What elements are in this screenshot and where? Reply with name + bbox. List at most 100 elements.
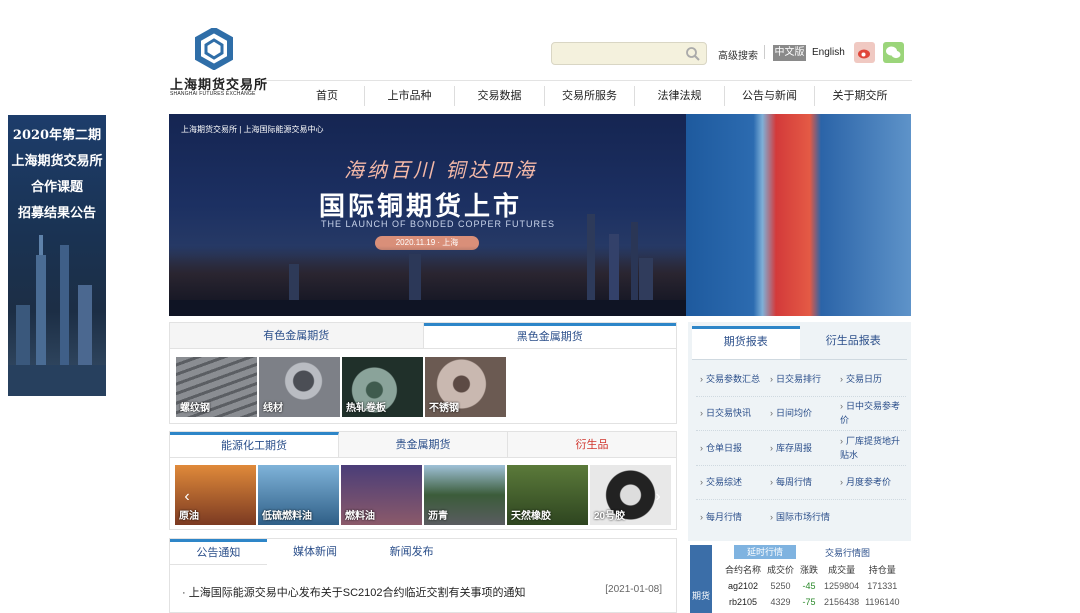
news-title: 上海国际能源交易中心发布关于SC2102合约临近交割有关事项的通知 — [188, 587, 526, 599]
report-link[interactable]: 月度参考价 — [836, 475, 906, 489]
product-label: 螺纹钢 — [180, 403, 210, 414]
last-price: 5250 — [770, 581, 791, 591]
exchange-logo-icon — [195, 28, 233, 70]
banner-slogan: 海纳百川 铜达四海 — [344, 158, 538, 182]
report-link[interactable]: 交易参数汇总 — [696, 372, 766, 386]
report-link[interactable]: 厂库提货地升贴水 — [836, 434, 906, 462]
product-wire-rod[interactable]: 线材 — [259, 357, 340, 417]
volume: 1259804 — [824, 581, 860, 591]
banner-flags-image — [686, 114, 911, 316]
news-item[interactable]: · 上海国际能源交易中心发布关于SC2102合约临近交割有关事项的通知 — [182, 584, 525, 600]
tab-quote-chart[interactable]: 交易行情图 — [825, 546, 870, 559]
column-header: 成交价 — [767, 565, 795, 575]
main-nav: 首页 上市品种 交易数据 交易所服务 法律法规 公告与新闻 关于期交所 — [290, 86, 910, 106]
language-chinese-button[interactable]: 中文版 — [773, 45, 806, 61]
nav-divider — [262, 80, 912, 81]
metals-futures-panel: 有色金属期货 黑色金属期货 螺纹钢 线材 热轧卷板 不锈钢 — [169, 322, 677, 424]
logo-english-name: SHANGHAI FUTURES EXCHANGE — [170, 91, 256, 97]
tab-futures-reports[interactable]: 期货报表 — [692, 326, 800, 359]
product-label: 线材 — [263, 403, 283, 414]
column-header: 成交量 — [828, 565, 856, 575]
volume: 2156438 — [824, 597, 860, 607]
product-fuel-oil[interactable]: 燃料油 — [341, 465, 422, 525]
tab-press-releases[interactable]: 新闻发布 — [363, 539, 460, 565]
carousel-next-icon[interactable]: › — [651, 487, 665, 507]
report-link[interactable]: 每周行情 — [766, 475, 836, 489]
product-label: 燃料油 — [345, 511, 375, 522]
product-label: 不锈钢 — [429, 403, 459, 414]
nav-exchange-services[interactable]: 交易所服务 — [545, 86, 635, 106]
contract-name[interactable]: rb2105 — [722, 594, 764, 610]
site-logo[interactable]: 上海期货交易所 SHANGHAI FUTURES EXCHANGE — [168, 28, 267, 100]
report-link[interactable]: 国际市场行情 — [766, 510, 836, 524]
nav-listed-products[interactable]: 上市品种 — [365, 86, 455, 106]
nav-laws-regulations[interactable]: 法律法规 — [635, 86, 725, 106]
tab-precious-metals[interactable]: 贵金属期货 — [339, 432, 508, 457]
report-link[interactable]: 交易综述 — [696, 475, 766, 489]
product-natural-rubber[interactable]: 天然橡胶 — [507, 465, 588, 525]
tab-derivatives[interactable]: 衍生品 — [508, 432, 676, 457]
report-link[interactable]: 仓单日报 — [696, 441, 766, 455]
product-label: 天然橡胶 — [511, 511, 551, 522]
banner-logo-text: 上海期货交易所 | 上海国际能源交易中心 — [181, 125, 324, 134]
table-row[interactable]: rb2105 4329 -75 2156438 1196140 — [722, 594, 902, 610]
nav-home[interactable]: 首页 — [290, 86, 365, 106]
hero-banner[interactable]: 上海期货交易所 | 上海国际能源交易中心 海纳百川 铜达四海 国际铜期货上市 T… — [169, 114, 911, 316]
product-hot-rolled-coil[interactable]: 热轧卷板 — [342, 357, 423, 417]
price-change: -45 — [802, 581, 816, 591]
ad-line: 2020年第二期 — [12, 128, 102, 143]
tab-media-news[interactable]: 媒体新闻 — [267, 539, 364, 565]
carousel-prev-icon[interactable]: ‹ — [180, 487, 194, 507]
weibo-icon[interactable] — [854, 42, 875, 63]
tab-energy-chemical[interactable]: 能源化工期货 — [170, 432, 339, 457]
column-header: 合约名称 — [725, 565, 762, 575]
tab-nonferrous-metals[interactable]: 有色金属期货 — [170, 323, 424, 348]
banner-skyline-image — [169, 214, 686, 316]
language-english-link[interactable]: English — [812, 47, 845, 58]
last-price: 4329 — [770, 597, 791, 607]
nav-about-exchange[interactable]: 关于期交所 — [815, 86, 905, 106]
news-panel: 公告通知 媒体新闻 新闻发布 · 上海国际能源交易中心发布关于SC2102合约临… — [169, 538, 677, 613]
contract-name[interactable]: ag2102 — [722, 578, 764, 594]
wechat-icon[interactable] — [883, 42, 904, 63]
product-label: 沥青 — [428, 511, 448, 522]
market-quotes-panel: 期货 延时行情 交易行情图 合约名称 成交价 涨跌 成交量 持仓量 ag2102… — [688, 541, 911, 613]
divider — [764, 45, 765, 59]
ad-line: 合作课题 — [30, 180, 83, 195]
ad-line: 招募结果公告 — [17, 206, 96, 221]
news-date: [2021-01-08] — [605, 584, 662, 595]
search-icon[interactable] — [685, 46, 701, 62]
product-stainless-steel[interactable]: 不锈钢 — [425, 357, 506, 417]
quotes-table: 合约名称 成交价 涨跌 成交量 持仓量 ag2102 5250 -45 1259… — [722, 561, 902, 610]
tab-announcements[interactable]: 公告通知 — [170, 539, 267, 565]
product-rebar[interactable]: 螺纹钢 — [176, 357, 257, 417]
product-low-sulfur-fuel-oil[interactable]: 低硫燃料油 — [258, 465, 339, 525]
tab-ferrous-metals[interactable]: 黑色金属期货 — [423, 323, 676, 348]
report-link[interactable]: 日交易快讯 — [696, 406, 766, 420]
report-link[interactable]: 交易日历 — [836, 372, 906, 386]
nav-trading-data[interactable]: 交易数据 — [455, 86, 545, 106]
search-input[interactable] — [552, 43, 677, 64]
product-label: 20号胶 — [594, 511, 626, 522]
energy-chemical-panel: 能源化工期货 贵金属期货 衍生品 原油 低硫燃料油 燃料油 沥青 天然橡胶 20… — [169, 431, 677, 530]
tab-derivative-reports[interactable]: 衍生品报表 — [800, 326, 908, 359]
city-skyline-image — [8, 235, 106, 396]
report-link[interactable]: 日间均价 — [766, 406, 836, 420]
report-link — [836, 510, 906, 524]
report-link[interactable]: 每月行情 — [696, 510, 766, 524]
product-bitumen[interactable]: 沥青 — [424, 465, 505, 525]
nav-announcements-news[interactable]: 公告与新闻 — [725, 86, 815, 106]
open-interest: 171331 — [867, 581, 898, 591]
tab-delayed-quotes[interactable]: 延时行情 — [734, 545, 796, 559]
product-label: 热轧卷板 — [346, 403, 386, 414]
side-ad-banner[interactable]: 2020年第二期 上海期货交易所 合作课题 招募结果公告 — [8, 115, 106, 396]
product-label: 低硫燃料油 — [262, 511, 312, 522]
reports-panel: 期货报表 衍生品报表 交易参数汇总 日交易排行 交易日历 日交易快讯 日间均价 … — [688, 322, 911, 541]
report-link[interactable]: 库存周报 — [766, 441, 836, 455]
price-change: -75 — [802, 597, 816, 607]
tab-futures-quotes[interactable]: 期货 — [690, 545, 712, 613]
report-link[interactable]: 日中交易参考价 — [836, 399, 906, 427]
advanced-search-link[interactable]: 高级搜索 — [718, 47, 758, 62]
report-link[interactable]: 日交易排行 — [766, 372, 836, 386]
table-row[interactable]: ag2102 5250 -45 1259804 171331 — [722, 578, 902, 594]
